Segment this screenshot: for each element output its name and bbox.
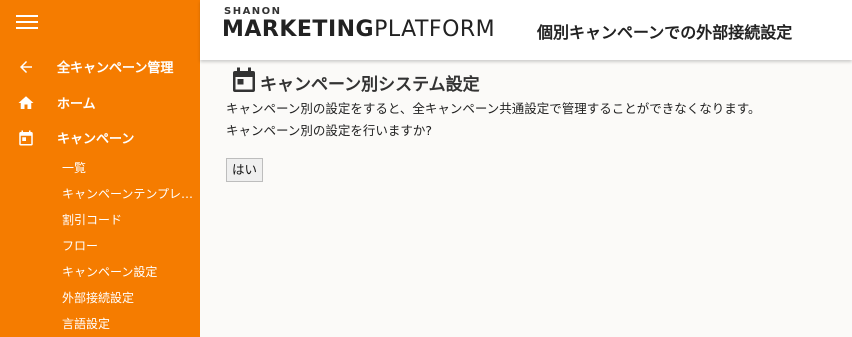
logo: MARKETINGPLATFORM xyxy=(222,17,496,42)
sidebar-item-campaign[interactable]: キャンペーン xyxy=(0,123,200,151)
logo-small-text: SHANON xyxy=(224,6,282,17)
arrow-left-icon xyxy=(20,61,32,73)
page-title: 個別キャンペーンでの外部接続設定 xyxy=(537,23,793,42)
calendar-icon xyxy=(233,67,255,92)
confirmation-question: キャンペーン別の設定を行いますか? xyxy=(226,123,433,138)
sidebar-subitem-campaign-settings[interactable]: キャンペーン設定 xyxy=(62,263,196,280)
sidebar-item-home[interactable]: ホーム xyxy=(0,88,200,116)
sidebar-subitem-discount-code[interactable]: 割引コード xyxy=(62,211,196,228)
sidebar-item-all-campaigns[interactable]: 全キャンペーン管理 xyxy=(0,52,200,80)
sidebar-subitem-external-connection[interactable]: 外部接続設定 xyxy=(62,289,196,306)
confirmation-message: キャンペーン別の設定をすると、全キャンペーン共通設定で管理することができなくなり… xyxy=(226,101,761,116)
calendar-icon xyxy=(19,130,33,146)
section-title: キャンペーン別システム設定 xyxy=(260,75,480,95)
sidebar: 全キャンペーン管理 ホーム キャンペーン 一覧 キャンペーンテンプレート 割引コ… xyxy=(0,0,200,337)
hamburger-menu-icon[interactable] xyxy=(16,12,38,32)
sidebar-item-label: キャンペーン xyxy=(57,131,135,147)
sidebar-subitem-list[interactable]: 一覧 xyxy=(62,159,196,176)
sidebar-subitem-campaign-template[interactable]: キャンペーンテンプレート xyxy=(62,185,196,202)
sidebar-item-label: ホーム xyxy=(57,96,96,112)
header: SHANON MARKETINGPLATFORM 個別キャンペーンでの外部接続設… xyxy=(200,0,852,60)
yes-button[interactable]: はい xyxy=(226,158,264,182)
sidebar-subitem-flow[interactable]: フロー xyxy=(62,237,196,254)
sidebar-item-label: 全キャンペーン管理 xyxy=(57,60,174,76)
home-icon xyxy=(18,96,34,109)
sidebar-subitem-language-settings[interactable]: 言語設定 xyxy=(62,315,196,332)
